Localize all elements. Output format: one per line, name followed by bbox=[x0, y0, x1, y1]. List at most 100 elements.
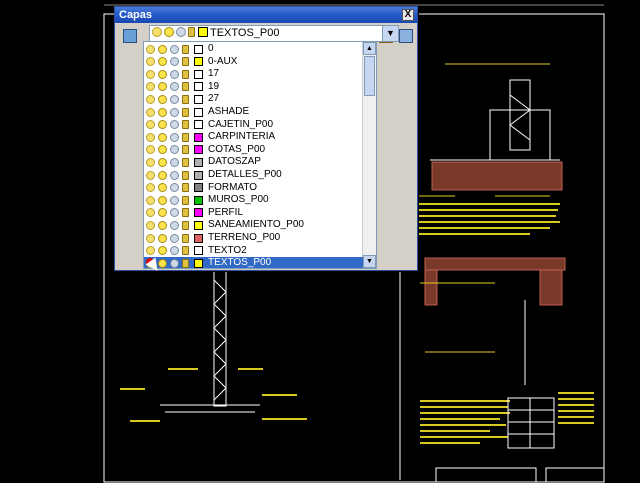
lock-icon[interactable] bbox=[182, 120, 189, 130]
layer-row[interactable]: 17 bbox=[144, 68, 363, 81]
viewport-sun-icon[interactable] bbox=[170, 246, 179, 256]
viewport-sun-icon[interactable] bbox=[170, 107, 179, 117]
layer-color-swatch[interactable] bbox=[194, 132, 203, 142]
layer-color-swatch[interactable] bbox=[194, 69, 203, 79]
sun-icon[interactable] bbox=[158, 94, 167, 104]
viewport-sun-icon[interactable] bbox=[170, 170, 179, 180]
viewport-sun-icon[interactable] bbox=[170, 183, 179, 193]
sun-icon[interactable] bbox=[158, 246, 167, 256]
layer-color-swatch[interactable] bbox=[194, 258, 203, 268]
layer-row[interactable]: ASHADE bbox=[144, 106, 363, 119]
layer-color-swatch[interactable] bbox=[194, 195, 203, 205]
chevron-down-icon[interactable]: ▼ bbox=[382, 26, 398, 41]
layer-color-swatch[interactable] bbox=[194, 57, 203, 67]
sun-icon[interactable] bbox=[158, 107, 167, 117]
lock-icon[interactable] bbox=[182, 145, 189, 155]
layer-row[interactable]: FORMATO bbox=[144, 182, 363, 195]
layer-row[interactable]: TERRENO_P00 bbox=[144, 232, 363, 245]
layer-color-swatch[interactable] bbox=[194, 208, 203, 218]
layer-color-swatch[interactable] bbox=[194, 94, 203, 104]
viewport-sun-icon[interactable] bbox=[170, 57, 179, 67]
lightbulb-icon[interactable] bbox=[146, 82, 155, 92]
lightbulb-icon[interactable] bbox=[146, 107, 155, 117]
lock-icon[interactable] bbox=[182, 69, 189, 79]
viewport-sun-icon[interactable] bbox=[170, 82, 179, 92]
close-button[interactable]: X bbox=[402, 9, 414, 21]
layer-row[interactable]: TEXTOS_P00 bbox=[144, 257, 363, 268]
lightbulb-icon[interactable] bbox=[146, 57, 155, 67]
viewport-sun-icon[interactable] bbox=[170, 208, 179, 218]
layer-row[interactable]: COTAS_P00 bbox=[144, 144, 363, 157]
lock-icon[interactable] bbox=[182, 94, 189, 104]
viewport-sun-icon[interactable] bbox=[170, 145, 179, 155]
lightbulb-icon[interactable] bbox=[146, 195, 155, 205]
lightbulb-icon[interactable] bbox=[146, 69, 155, 79]
current-layer-combo[interactable]: TEXTOS_P00 ▼ bbox=[149, 25, 399, 42]
lightbulb-icon[interactable] bbox=[146, 120, 155, 130]
lock-icon[interactable] bbox=[182, 157, 189, 167]
layer-previous-icon[interactable] bbox=[399, 29, 413, 43]
scroll-down-icon[interactable]: ▼ bbox=[363, 255, 376, 268]
sun-icon[interactable] bbox=[158, 183, 167, 193]
sun-icon[interactable] bbox=[158, 44, 167, 54]
lock-icon[interactable] bbox=[182, 220, 189, 230]
layer-row[interactable]: 19 bbox=[144, 81, 363, 94]
layer-manager-icon[interactable] bbox=[123, 29, 137, 43]
layer-row[interactable]: DETALLES_P00 bbox=[144, 169, 363, 182]
lock-icon[interactable] bbox=[182, 195, 189, 205]
layer-color-swatch[interactable] bbox=[194, 120, 203, 130]
viewport-sun-icon[interactable] bbox=[170, 44, 179, 54]
lightbulb-icon[interactable] bbox=[146, 233, 155, 243]
lightbulb-icon[interactable] bbox=[146, 145, 155, 155]
sun-icon[interactable] bbox=[158, 69, 167, 79]
layer-row[interactable]: MUROS_P00 bbox=[144, 194, 363, 207]
lightbulb-icon[interactable] bbox=[146, 132, 155, 142]
sun-icon[interactable] bbox=[158, 233, 167, 243]
scroll-up-icon[interactable]: ▲ bbox=[363, 42, 376, 55]
lightbulb-icon[interactable] bbox=[146, 183, 155, 193]
layer-color-swatch[interactable] bbox=[194, 44, 203, 54]
layer-color-swatch[interactable] bbox=[194, 246, 203, 256]
layer-row[interactable]: SANEAMIENTO_P00 bbox=[144, 219, 363, 232]
sun-icon[interactable] bbox=[158, 170, 167, 180]
sun-icon[interactable] bbox=[158, 132, 167, 142]
lock-icon[interactable] bbox=[182, 183, 189, 193]
lightbulb-icon[interactable] bbox=[146, 94, 155, 104]
viewport-sun-icon[interactable] bbox=[170, 195, 179, 205]
layer-color-swatch[interactable] bbox=[194, 220, 203, 230]
viewport-sun-icon[interactable] bbox=[170, 220, 179, 230]
layer-list-scrollbar[interactable]: ▲ ▼ bbox=[362, 42, 376, 268]
lock-icon[interactable] bbox=[182, 57, 189, 67]
viewport-sun-icon[interactable] bbox=[170, 258, 179, 268]
sun-icon[interactable] bbox=[158, 57, 167, 67]
lock-icon[interactable] bbox=[182, 258, 189, 268]
layer-color-swatch[interactable] bbox=[194, 170, 203, 180]
layer-list[interactable]: ▲ ▼ 0 0-AUX 17 19 27 ASHADE CAJETIN_P00 CARPINT… bbox=[143, 41, 377, 269]
lightbulb-icon[interactable] bbox=[146, 44, 155, 54]
lightbulb-icon[interactable] bbox=[146, 246, 155, 256]
sun-icon[interactable] bbox=[158, 120, 167, 130]
viewport-sun-icon[interactable] bbox=[170, 69, 179, 79]
layer-row[interactable]: 0 bbox=[144, 43, 363, 56]
lightbulb-icon[interactable] bbox=[146, 157, 155, 167]
layer-row[interactable]: 27 bbox=[144, 93, 363, 106]
lightbulb-icon[interactable] bbox=[146, 208, 155, 218]
layer-row[interactable]: CAJETIN_P00 bbox=[144, 119, 363, 132]
viewport-sun-icon[interactable] bbox=[170, 120, 179, 130]
sun-icon[interactable] bbox=[158, 157, 167, 167]
lock-icon[interactable] bbox=[182, 107, 189, 117]
lock-icon[interactable] bbox=[182, 132, 189, 142]
layer-row[interactable]: DATOSZAP bbox=[144, 156, 363, 169]
sun-icon[interactable] bbox=[158, 220, 167, 230]
layer-row[interactable]: TEXTO2 bbox=[144, 245, 363, 258]
lightbulb-icon[interactable] bbox=[146, 220, 155, 230]
layer-color-swatch[interactable] bbox=[194, 107, 203, 117]
viewport-sun-icon[interactable] bbox=[170, 132, 179, 142]
layer-row[interactable]: PERFIL bbox=[144, 207, 363, 220]
viewport-sun-icon[interactable] bbox=[170, 94, 179, 104]
layer-color-swatch[interactable] bbox=[194, 145, 203, 155]
layer-row[interactable]: CARPINTERIA bbox=[144, 131, 363, 144]
lock-icon[interactable] bbox=[182, 44, 189, 54]
sun-icon[interactable] bbox=[158, 195, 167, 205]
layer-row[interactable]: 0-AUX bbox=[144, 56, 363, 69]
